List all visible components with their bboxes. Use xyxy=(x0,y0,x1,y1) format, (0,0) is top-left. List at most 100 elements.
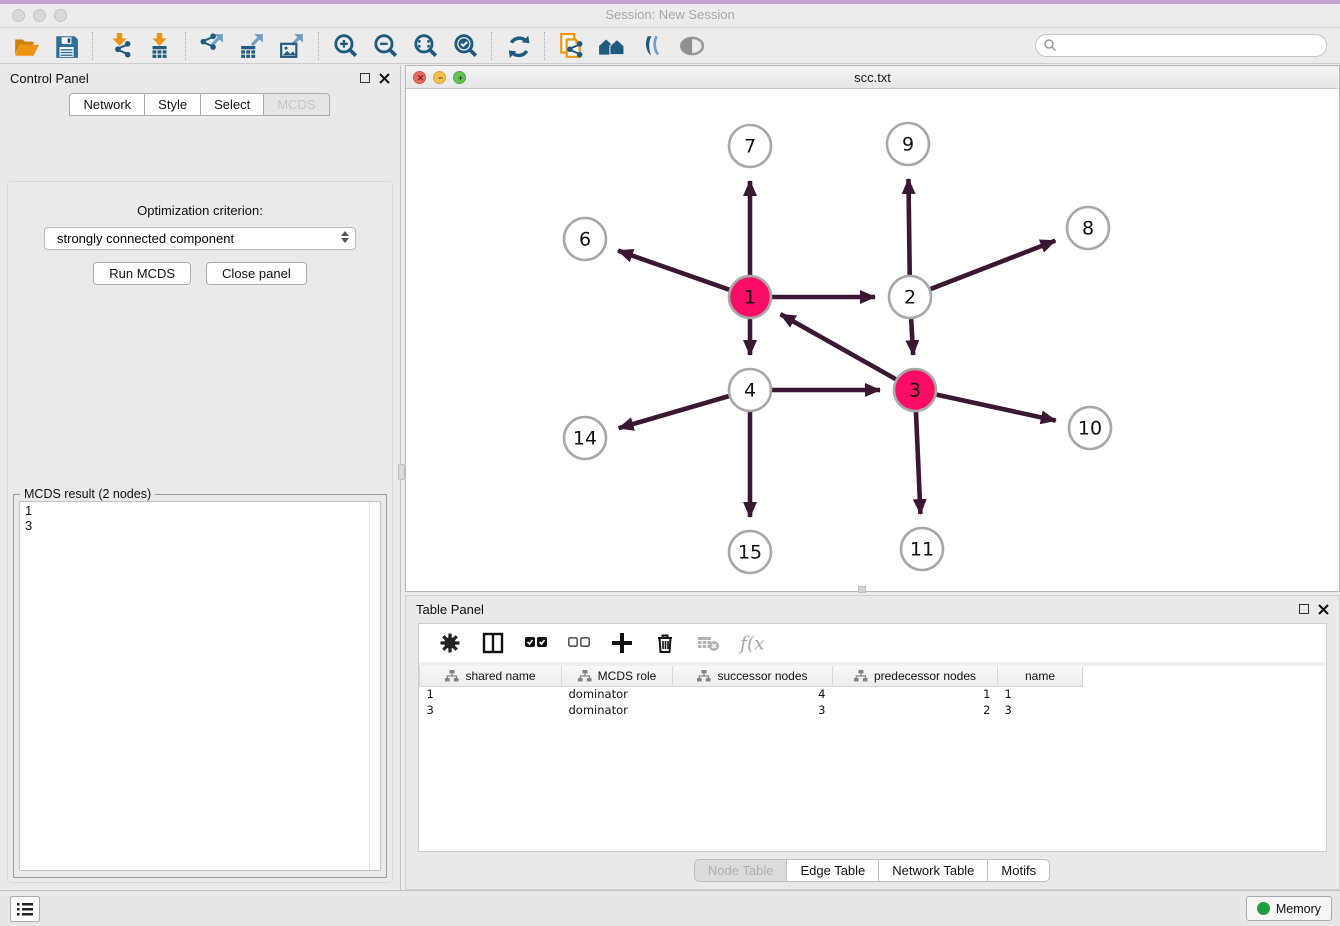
svg-text:1: 1 xyxy=(744,287,756,309)
cell-MCDS-role[interactable]: dominator xyxy=(562,686,673,702)
tab-node-table[interactable]: Node Table xyxy=(694,859,788,882)
criterion-select[interactable]: strongly connected component xyxy=(44,227,356,250)
cell-successor-nodes[interactable]: 3 xyxy=(673,702,833,718)
edge-2-8[interactable] xyxy=(931,241,1056,289)
zoom-fit-button[interactable] xyxy=(405,30,445,62)
splitter-grip[interactable] xyxy=(398,464,405,480)
node-6[interactable]: 6 xyxy=(564,218,606,260)
close-panel-button[interactable]: Close panel xyxy=(206,262,307,285)
deselect-all-icon xyxy=(567,631,591,655)
zoom-selected-icon xyxy=(452,33,478,59)
refresh-icon xyxy=(505,33,531,59)
tab-select[interactable]: Select xyxy=(200,93,264,116)
copy-network-button[interactable] xyxy=(551,30,591,62)
home-button[interactable] xyxy=(591,30,631,62)
float-table-panel-icon[interactable] xyxy=(1299,604,1309,614)
cell-predecessor-nodes[interactable]: 2 xyxy=(833,702,998,718)
import-network-button[interactable] xyxy=(99,30,139,62)
svg-text:10: 10 xyxy=(1078,418,1102,440)
column-header-shared-name[interactable]: shared name xyxy=(420,666,562,686)
node-10[interactable]: 10 xyxy=(1069,407,1111,449)
node-9[interactable]: 9 xyxy=(887,123,929,165)
edge-3-11[interactable] xyxy=(916,412,920,514)
cell-MCDS-role[interactable]: dominator xyxy=(562,702,673,718)
svg-text:7: 7 xyxy=(744,136,756,158)
node-15[interactable]: 15 xyxy=(729,531,771,573)
node-7[interactable]: 7 xyxy=(729,125,771,167)
cell-name[interactable]: 3 xyxy=(998,702,1083,718)
network-resize-grip[interactable] xyxy=(858,586,866,593)
network-window-titlebar[interactable]: ✕ − + scc.txt xyxy=(406,66,1339,89)
network-canvas[interactable]: 7 9 6 8 1 2 4 3 14 10 15 11 xyxy=(406,89,1339,591)
cell-predecessor-nodes[interactable]: 1 xyxy=(833,686,998,702)
zoom-out-button[interactable] xyxy=(365,30,405,62)
tab-motifs[interactable]: Motifs xyxy=(987,859,1050,882)
cell-shared-name[interactable]: 1 xyxy=(420,686,562,702)
edge-2-3[interactable] xyxy=(911,319,913,355)
memory-button[interactable]: Memory xyxy=(1246,896,1332,921)
export-network-button[interactable] xyxy=(192,30,232,62)
close-panel-icon[interactable] xyxy=(379,73,390,84)
edge-3-10[interactable] xyxy=(936,395,1055,421)
select-all-button[interactable] xyxy=(523,630,549,656)
export-image-button[interactable] xyxy=(272,30,312,62)
open-folder-icon xyxy=(13,33,39,59)
columns-button[interactable] xyxy=(480,630,506,656)
trash-button[interactable] xyxy=(652,630,678,656)
eye-button[interactable] xyxy=(671,30,711,62)
edge-2-9[interactable] xyxy=(908,179,909,275)
edge-4-14[interactable] xyxy=(619,396,729,428)
node-14[interactable]: 14 xyxy=(564,417,606,459)
table-panel-body: f(x) shared nameMCDS rolesuccessor nodes… xyxy=(418,623,1327,852)
export-table-button[interactable] xyxy=(232,30,272,62)
node-3[interactable]: 3 xyxy=(894,369,936,411)
zoom-selected-button[interactable] xyxy=(445,30,485,62)
gear-button[interactable] xyxy=(437,630,463,656)
node-2[interactable]: 2 xyxy=(889,276,931,318)
tab-edge-table[interactable]: Edge Table xyxy=(786,859,879,882)
node-8[interactable]: 8 xyxy=(1067,207,1109,249)
column-header-successor-nodes[interactable]: successor nodes xyxy=(673,666,833,686)
cell-shared-name[interactable]: 3 xyxy=(420,702,562,718)
toolbar-separator xyxy=(318,32,319,60)
import-table-button[interactable] xyxy=(139,30,179,62)
column-header-predecessor-nodes[interactable]: predecessor nodes xyxy=(833,666,998,686)
tab-network-table[interactable]: Network Table xyxy=(878,859,988,882)
paint-off-button[interactable] xyxy=(631,30,671,62)
node-11[interactable]: 11 xyxy=(901,528,943,570)
add-button[interactable] xyxy=(609,630,635,656)
column-header-name[interactable]: name xyxy=(998,666,1083,686)
tab-network[interactable]: Network xyxy=(69,93,145,116)
table-panel-tabs: Node TableEdge TableNetwork TableMotifs xyxy=(406,859,1339,882)
float-panel-icon[interactable] xyxy=(360,73,370,83)
select-stepper-icon xyxy=(341,231,349,243)
mcds-result-text[interactable]: 1 3 xyxy=(19,501,381,871)
open-folder-button[interactable] xyxy=(6,30,46,62)
deselect-all-button[interactable] xyxy=(566,630,592,656)
edge-1-6[interactable] xyxy=(618,251,729,290)
control-panel: Control Panel NetworkStyleSelectMCDS Opt… xyxy=(0,65,401,890)
node-4[interactable]: 4 xyxy=(729,369,771,411)
export-image-icon xyxy=(279,33,305,59)
edge-3-1[interactable] xyxy=(780,314,895,379)
node-1[interactable]: 1 xyxy=(729,276,771,318)
refresh-button[interactable] xyxy=(498,30,538,62)
result-scrollbar[interactable] xyxy=(369,502,380,870)
mcds-panel: Optimization criterion: strongly connect… xyxy=(7,181,393,883)
cell-successor-nodes[interactable]: 4 xyxy=(673,686,833,702)
task-history-button[interactable] xyxy=(10,896,40,922)
column-header-MCDS-role[interactable]: MCDS role xyxy=(562,666,673,686)
run-mcds-button[interactable]: Run MCDS xyxy=(93,262,191,285)
tab-style[interactable]: Style xyxy=(144,93,201,116)
close-table-panel-icon[interactable] xyxy=(1318,604,1329,615)
delete-table-icon xyxy=(696,631,720,655)
table-row[interactable]: 3dominator323 xyxy=(420,702,1083,718)
search-input[interactable] xyxy=(1035,34,1327,57)
tab-mcds[interactable]: MCDS xyxy=(263,93,329,116)
zoom-in-button[interactable] xyxy=(325,30,365,62)
table-row[interactable]: 1dominator411 xyxy=(420,686,1083,702)
mcds-result-fieldset: MCDS result (2 nodes) 1 3 xyxy=(13,494,387,878)
save-button[interactable] xyxy=(46,30,86,62)
cell-name[interactable]: 1 xyxy=(998,686,1083,702)
toolbar-separator xyxy=(544,32,545,60)
